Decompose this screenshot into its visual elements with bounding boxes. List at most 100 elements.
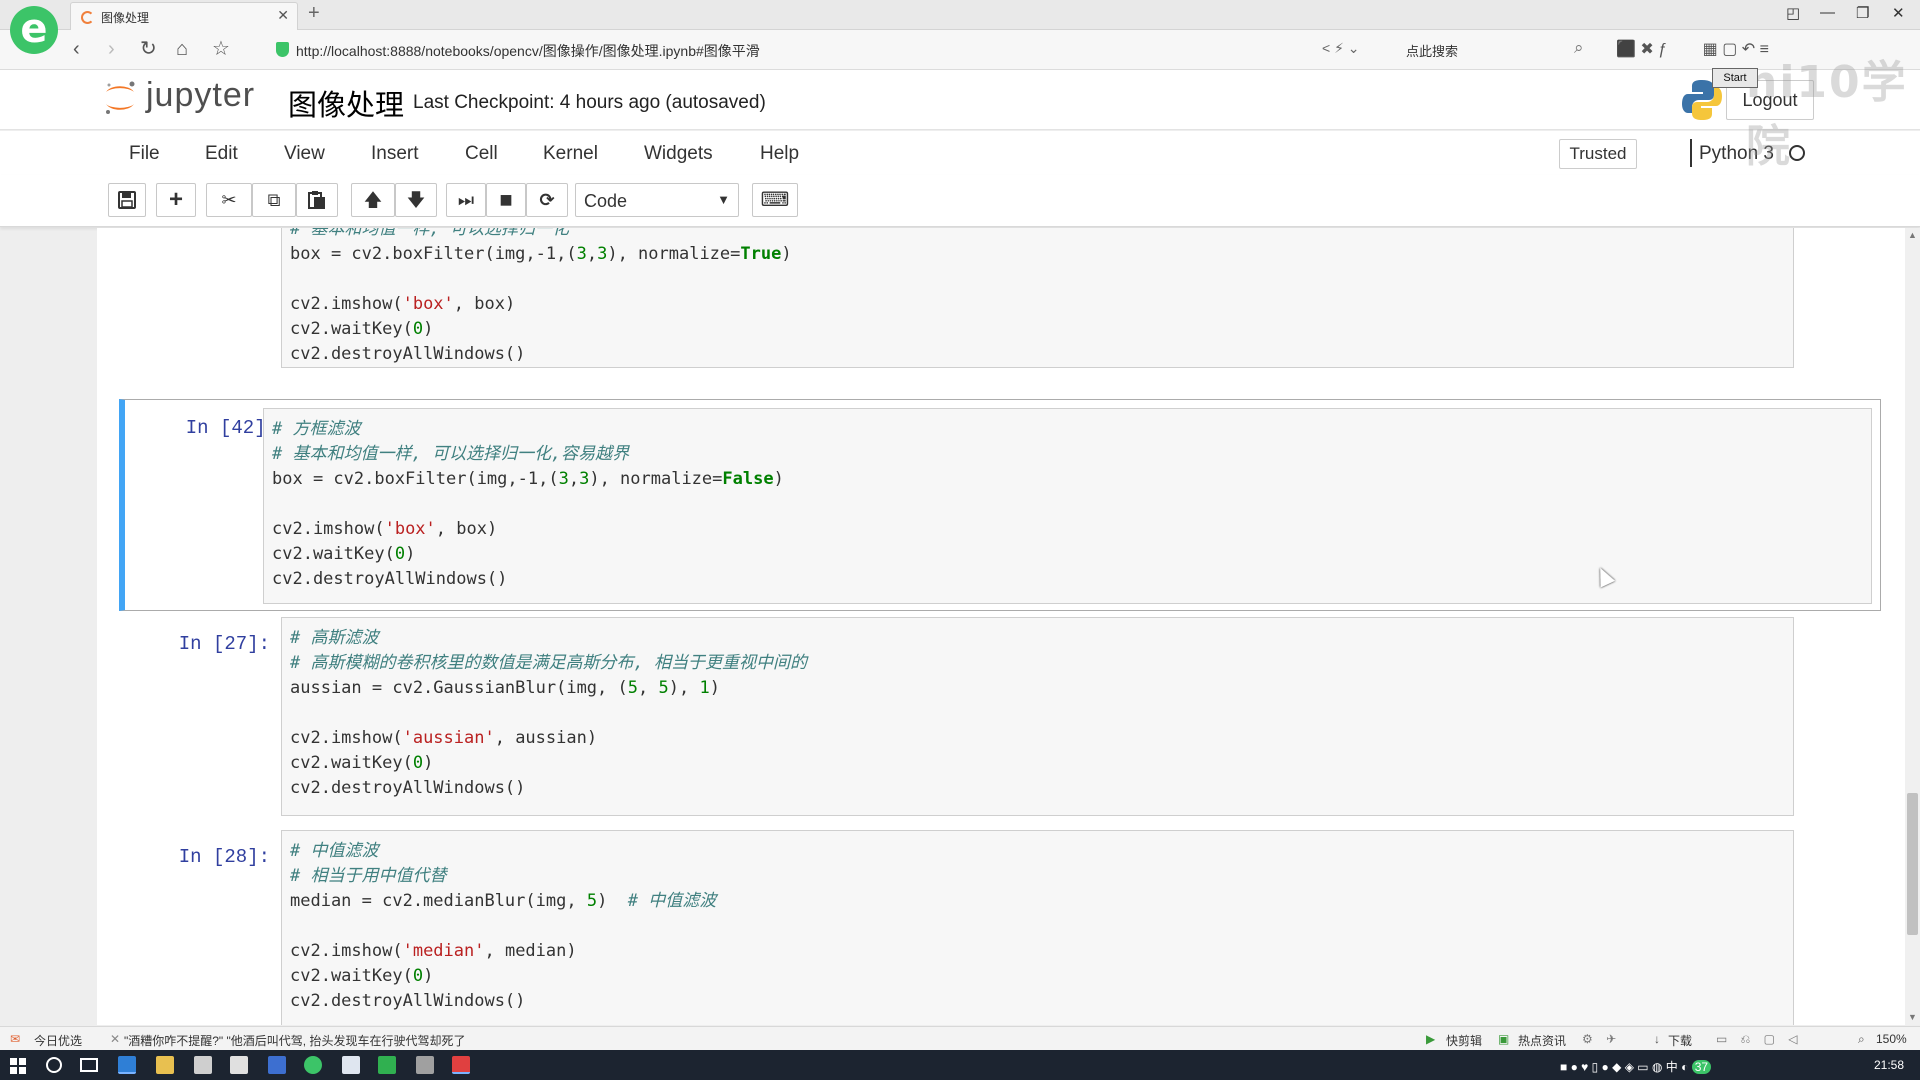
browser-taskbar-icon[interactable] <box>304 1056 322 1074</box>
skin-icon[interactable]: ◰ <box>1786 4 1800 22</box>
close-window-button[interactable]: ✕ <box>1892 4 1905 22</box>
store-icon[interactable] <box>194 1056 212 1074</box>
code-line[interactable] <box>290 701 807 726</box>
cell-type-select[interactable]: Code ▼ <box>575 183 739 217</box>
code-editor[interactable]: # 方框滤波 # 基本和均值一样, 可以选择归一化,容易越界 box = cv2.b… <box>263 408 1872 604</box>
save-button[interactable] <box>108 183 146 217</box>
menu-cell[interactable]: Cell <box>465 143 498 165</box>
system-tray[interactable]: ■ ● ♥ ▯ ● ◆ ◈ ▭ ◍ 中 ◐ 37 <box>1560 1058 1712 1075</box>
menu-help[interactable]: Help <box>760 143 799 165</box>
insert-cell-button[interactable]: + <box>156 183 196 217</box>
news-ticker[interactable]: "酒糟你咋不提醒?" "他酒后叫代驾, 抬头发现车在行驶代驾却死了 <box>124 1032 465 1049</box>
daily-picks-link[interactable]: 今日优选 <box>34 1032 82 1049</box>
code-text[interactable]: # 中值滤波 # 相当于用中值代替 median = cv2.medianBlur(… <box>290 839 716 1014</box>
code-line[interactable]: # 相当于用中值代替 <box>290 864 716 889</box>
restore-button[interactable]: ❐ <box>1856 4 1869 22</box>
code-line[interactable]: cv2.imshow('box', box) <box>290 292 792 317</box>
edge-browser-icon[interactable] <box>118 1056 136 1074</box>
code-text[interactable]: # 方框滤波 # 基本和均值一样, 可以选择归一化,容易越界 box = cv2.b… <box>272 417 784 592</box>
code-text[interactable]: # 基本和均值一样, 可以选择归一化 box = cv2.boxFilter(im… <box>290 228 792 367</box>
command-palette-button[interactable]: ⌨ <box>752 183 798 217</box>
code-line[interactable]: cv2.waitKey(0) <box>290 964 716 989</box>
start-button[interactable]: Start <box>1712 68 1758 88</box>
menu-kernel[interactable]: Kernel <box>543 143 598 165</box>
code-line[interactable]: cv2.waitKey(0) <box>272 542 784 567</box>
cut-button[interactable]: ✂ <box>206 183 252 217</box>
file-explorer-icon[interactable] <box>156 1056 174 1074</box>
forward-icon[interactable]: › <box>108 38 115 60</box>
window-app-icon[interactable] <box>342 1056 360 1074</box>
code-editor[interactable]: # 中值滤波 # 相当于用中值代替 median = cv2.medianBlur(… <box>281 830 1794 1025</box>
code-cell[interactable]: # 基本和均值一样, 可以选择归一化 box = cv2.boxFilter(im… <box>118 228 1879 370</box>
code-line[interactable]: cv2.destroyAllWindows() <box>290 342 792 367</box>
scroll-down-icon[interactable]: ▼ <box>1908 1012 1917 1022</box>
browser-logo-icon[interactable]: e <box>10 6 58 54</box>
menu-widgets[interactable]: Widgets <box>644 143 713 165</box>
cortana-search-icon[interactable] <box>46 1057 62 1073</box>
code-line[interactable]: cv2.destroyAllWindows() <box>290 989 716 1014</box>
code-editor[interactable]: # 基本和均值一样, 可以选择归一化 box = cv2.boxFilter(im… <box>281 228 1794 368</box>
windows-start-icon[interactable] <box>10 1058 26 1074</box>
code-line[interactable]: cv2.destroyAllWindows() <box>272 567 784 592</box>
move-up-button[interactable]: 🡅 <box>351 183 395 217</box>
scrollbar-thumb[interactable] <box>1907 793 1918 935</box>
zoom-level[interactable]: 150% <box>1876 1032 1907 1046</box>
menu-edit[interactable]: Edit <box>205 143 238 165</box>
paste-button[interactable] <box>296 183 338 217</box>
code-line[interactable]: aussian = cv2.GaussianBlur(img, (5, 5), … <box>290 676 807 701</box>
code-line[interactable]: box = cv2.boxFilter(img,-1,(3,3), normal… <box>290 242 792 267</box>
interrupt-button[interactable]: ■ <box>486 183 526 217</box>
code-cell[interactable]: In [27]: # 高斯滤波 # 高斯模糊的卷积核里的数值是满足高斯分布, 相当… <box>118 617 1879 827</box>
code-line[interactable] <box>290 267 792 292</box>
share-icon[interactable]: < ⚡ ⌄ <box>1322 40 1360 57</box>
terminal-app-icon[interactable] <box>378 1056 396 1074</box>
run-button[interactable]: ⏭ <box>446 183 486 217</box>
code-line[interactable]: cv2.imshow('box', box) <box>272 517 784 542</box>
menu-file[interactable]: File <box>129 143 160 165</box>
download-link[interactable]: 下载 <box>1668 1032 1692 1049</box>
code-line[interactable]: # 方框滤波 <box>272 417 784 442</box>
new-tab-button[interactable]: + <box>308 2 320 25</box>
copy-button[interactable]: ⧉ <box>252 183 296 217</box>
code-line[interactable] <box>290 914 716 939</box>
code-text[interactable]: # 高斯滤波 # 高斯模糊的卷积核里的数值是满足高斯分布, 相当于更重视中间的 au… <box>290 626 807 801</box>
download-icon[interactable]: ↓ <box>1654 1032 1660 1046</box>
status-tools-icon[interactable]: ⚙ ✈ <box>1582 1032 1616 1046</box>
app-icon[interactable] <box>268 1056 286 1074</box>
jupyter-logo-text[interactable]: jupyter <box>146 76 255 115</box>
code-line[interactable]: cv2.destroyAllWindows() <box>290 776 807 801</box>
url-input[interactable]: http://localhost:8888/notebooks/opencv/图… <box>296 41 760 61</box>
search-icon[interactable]: ⌕ <box>1574 38 1584 58</box>
move-down-button[interactable]: 🡇 <box>395 183 437 217</box>
home-icon[interactable]: ⌂ <box>176 38 188 60</box>
jupyter-logo-icon[interactable] <box>102 78 138 118</box>
quick-edit-link[interactable]: 快剪辑 <box>1446 1032 1482 1049</box>
menu-view[interactable]: View <box>284 143 325 165</box>
restart-button[interactable]: ⟳ <box>526 183 568 217</box>
minimize-button[interactable]: — <box>1820 4 1835 21</box>
taskbar-clock[interactable]: 21:58 <box>1874 1058 1904 1072</box>
tab-close-icon[interactable]: ✕ <box>277 7 289 24</box>
task-view-icon[interactable] <box>80 1058 98 1072</box>
notepad-icon[interactable] <box>416 1056 434 1074</box>
browser-tab[interactable]: 图像处理 ✕ <box>70 2 298 30</box>
trusted-indicator[interactable]: Trusted <box>1559 139 1637 169</box>
code-line[interactable]: cv2.imshow('median', median) <box>290 939 716 964</box>
code-line[interactable]: # 基本和均值一样, 可以选择归一化 <box>290 228 792 242</box>
code-line[interactable]: # 基本和均值一样, 可以选择归一化,容易越界 <box>272 442 784 467</box>
code-line[interactable] <box>272 492 784 517</box>
code-editor[interactable]: # 高斯滤波 # 高斯模糊的卷积核里的数值是满足高斯分布, 相当于更重视中间的 au… <box>281 617 1794 816</box>
code-line[interactable]: # 高斯滤波 <box>290 626 807 651</box>
menu-insert[interactable]: Insert <box>371 143 419 165</box>
search-input[interactable]: 点此搜索 <box>1406 41 1458 60</box>
code-line[interactable]: box = cv2.boxFilter(img,-1,(3,3), normal… <box>272 467 784 492</box>
status-misc-icon[interactable]: ▭ ⎌ ▢ ◁ <box>1716 1032 1798 1047</box>
bookmark-star-icon[interactable]: ☆ <box>212 38 230 60</box>
code-line[interactable]: median = cv2.medianBlur(img, 5) # 中值滤波 <box>290 889 716 914</box>
code-line[interactable]: # 高斯模糊的卷积核里的数值是满足高斯分布, 相当于更重视中间的 <box>290 651 807 676</box>
back-icon[interactable]: ‹ <box>73 38 80 60</box>
reload-icon[interactable]: ↻ <box>140 38 157 60</box>
code-line[interactable]: # 中值滤波 <box>290 839 716 864</box>
notebook-title[interactable]: 图像处理 <box>288 82 404 124</box>
close-news-icon[interactable]: ✕ <box>110 1032 120 1046</box>
